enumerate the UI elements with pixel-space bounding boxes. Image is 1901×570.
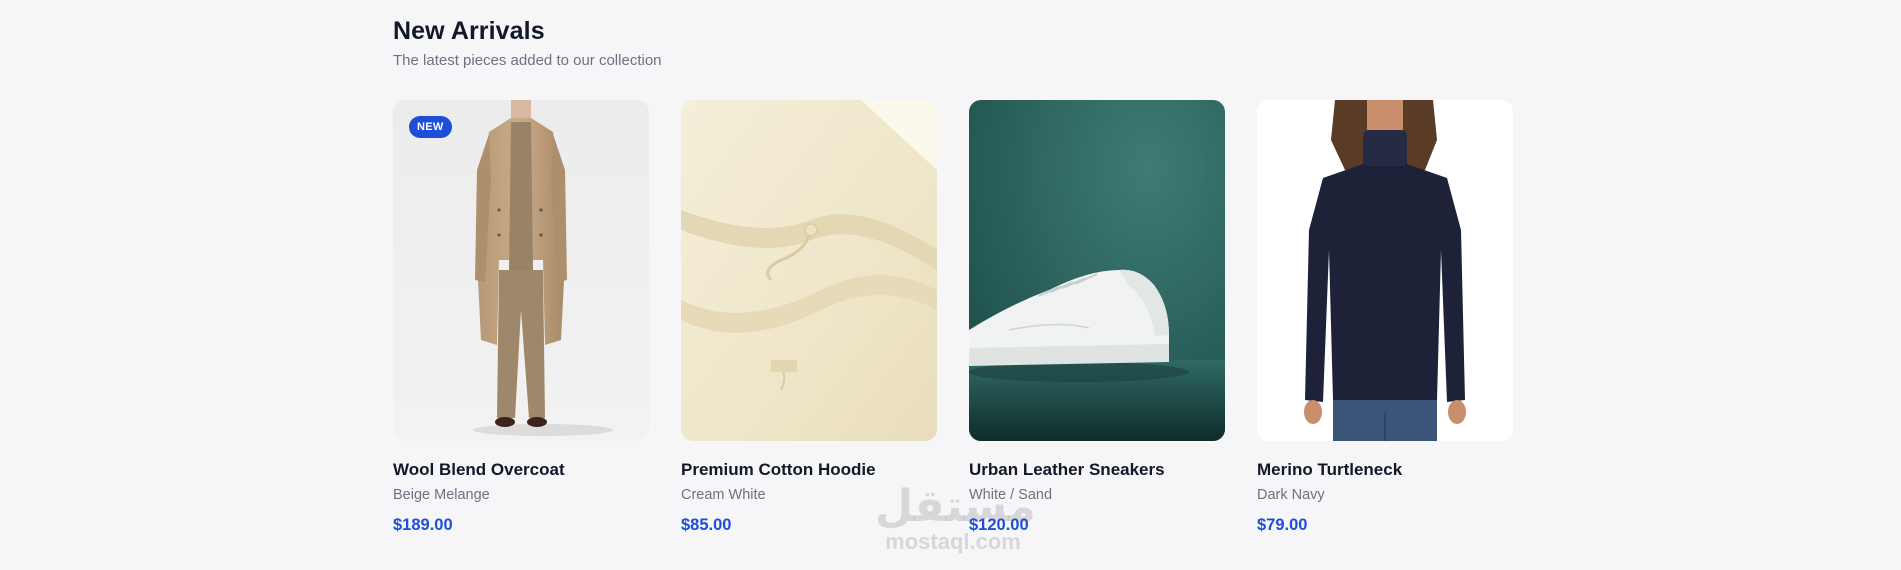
product-price: $120.00	[969, 516, 1029, 534]
section-subtitle: The latest pieces added to our collectio…	[393, 52, 662, 69]
overcoat-photo[interactable]: NEW	[393, 100, 649, 441]
product-color: Cream White	[681, 487, 766, 503]
product-name[interactable]: Merino Turtleneck	[1257, 459, 1513, 481]
product-name[interactable]: Urban Leather Sneakers	[969, 459, 1225, 481]
product-color: Beige Melange	[393, 487, 490, 503]
product-price: $85.00	[681, 516, 732, 534]
new-arrivals-section: New Arrivals The latest pieces added to …	[393, 14, 1513, 534]
product-card[interactable]: Urban Leather Sneakers White / Sand $120…	[969, 100, 1225, 535]
product-color: White / Sand	[969, 487, 1053, 503]
hoodie-photo[interactable]	[681, 100, 937, 441]
product-grid: NEW Wool Blend Overcoat Beige Melange $1…	[393, 100, 1513, 535]
product-name[interactable]: Premium Cotton Hoodie	[681, 459, 937, 481]
sneaker-photo[interactable]	[969, 100, 1225, 441]
turtleneck-photo[interactable]	[1257, 100, 1513, 441]
product-color: Dark Navy	[1257, 487, 1325, 503]
product-card[interactable]: Premium Cotton Hoodie Cream White $85.00	[681, 100, 937, 535]
product-price: $79.00	[1257, 516, 1308, 534]
section-title: New Arrivals	[393, 17, 545, 45]
new-badge: NEW	[409, 116, 452, 138]
product-card[interactable]: Merino Turtleneck Dark Navy $79.00	[1257, 100, 1513, 535]
product-price: $189.00	[393, 516, 453, 534]
product-card[interactable]: NEW Wool Blend Overcoat Beige Melange $1…	[393, 100, 649, 535]
product-name[interactable]: Wool Blend Overcoat	[393, 459, 649, 481]
